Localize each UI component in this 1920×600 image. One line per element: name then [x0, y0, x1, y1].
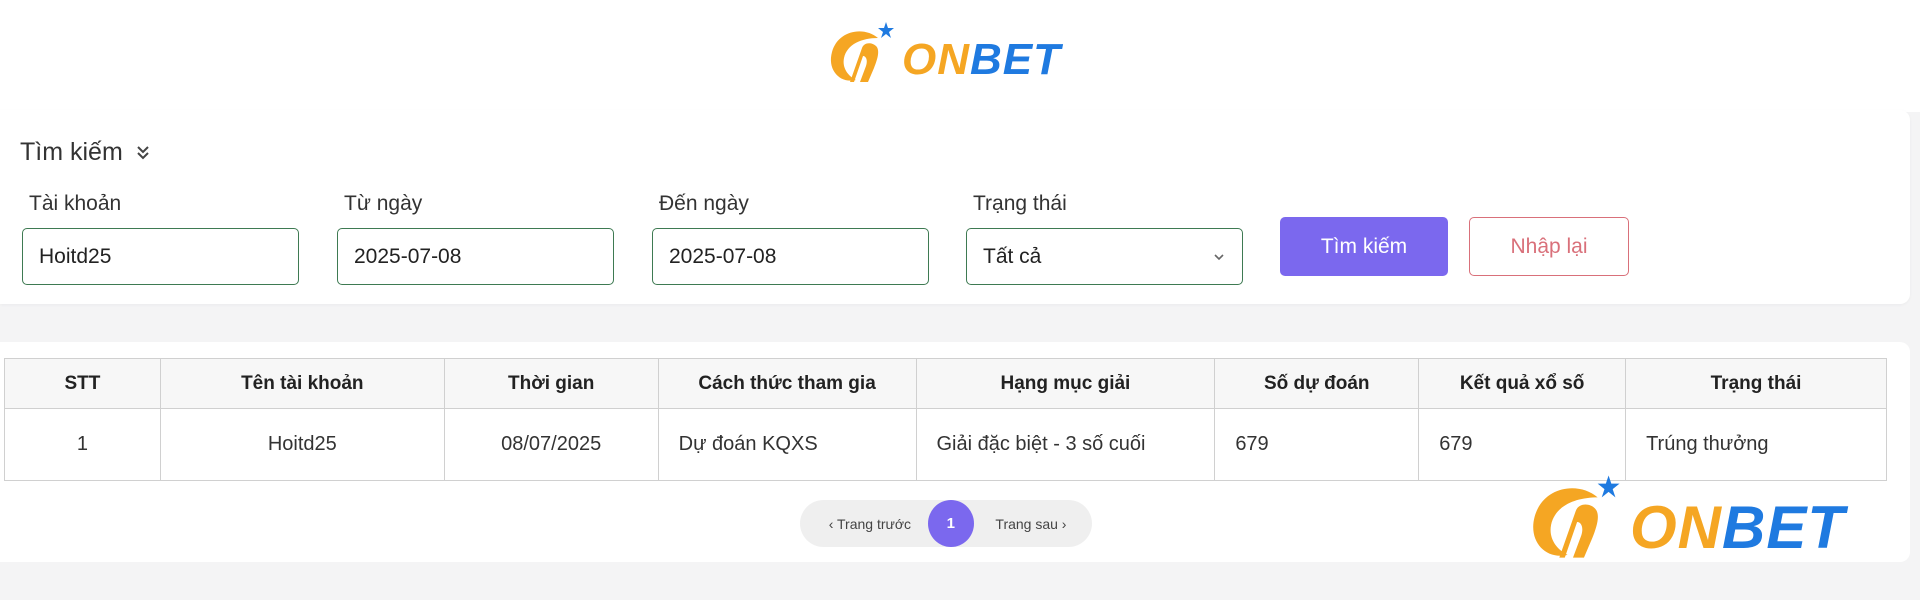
next-page-button[interactable]: Trang sau ›	[982, 516, 1080, 532]
from-date-field-group: Từ ngày 2025-07-08	[337, 192, 614, 285]
search-title: Tìm kiếm	[20, 138, 123, 166]
reset-button[interactable]: Nhập lại	[1469, 217, 1629, 276]
prev-page-button[interactable]: ‹ Trang trước	[812, 516, 928, 532]
column-header: Cách thức tham gia	[657, 358, 917, 409]
account-field-group: Tài khoản Hoitd25	[22, 192, 299, 285]
column-header: Tên tài khoản	[159, 358, 445, 409]
account-input-value: Hoitd25	[39, 244, 112, 268]
chevron-down-icon	[1214, 253, 1224, 260]
onbet-wordmark: ONBET	[1630, 494, 1845, 561]
cell-prediction: 679	[1214, 408, 1420, 481]
to-date-label: Đến ngày	[659, 192, 749, 215]
onbet-logo[interactable]: ONBET	[820, 18, 1061, 94]
column-header: Hạng mục giải	[915, 358, 1216, 409]
column-header: Kết quả xổ số	[1418, 358, 1627, 409]
onbet-swirl-icon	[830, 22, 894, 82]
column-header: Trạng thái	[1625, 358, 1887, 409]
page-1-button[interactable]: 1	[927, 500, 974, 547]
table-header-row: STT Tên tài khoản Thời gian Cách thức th…	[4, 358, 1887, 409]
to-date-value: 2025-07-08	[669, 244, 777, 268]
cell-time: 08/07/2025	[443, 408, 659, 481]
results-table: STT Tên tài khoản Thời gian Cách thức th…	[4, 358, 1887, 481]
onbet-wordmark: ONBET	[902, 35, 1061, 84]
status-field-group: Trạng thái Tất cả	[966, 192, 1243, 285]
search-toggle[interactable]: Tìm kiếm	[20, 138, 151, 167]
onbet-swirl-icon	[1533, 475, 1620, 558]
cell-prize-category: Giải đặc biệt - 3 số cuối	[915, 408, 1216, 481]
cell-index: 1	[4, 408, 161, 481]
status-label: Trạng thái	[973, 192, 1067, 215]
cell-method: Dự đoán KQXS	[657, 408, 917, 481]
onbet-watermark-logo: ONBET	[1518, 470, 1845, 574]
column-header: Số dự đoán	[1214, 358, 1420, 409]
account-label: Tài khoản	[29, 192, 122, 215]
search-panel: Tìm kiếm Tài khoản Hoitd25 Từ ngày 2025-…	[0, 110, 1910, 304]
column-header: STT	[4, 358, 161, 409]
from-date-value: 2025-07-08	[354, 244, 462, 268]
status-select[interactable]: Tất cả	[966, 228, 1243, 285]
to-date-input[interactable]: 2025-07-08	[652, 228, 929, 285]
search-button[interactable]: Tìm kiếm	[1280, 217, 1448, 276]
double-chevron-down-icon	[137, 145, 149, 159]
status-select-value: Tất cả	[983, 244, 1042, 268]
column-header: Thời gian	[443, 358, 659, 409]
from-date-input[interactable]: 2025-07-08	[337, 228, 614, 285]
from-date-label: Từ ngày	[344, 192, 423, 215]
account-input[interactable]: Hoitd25	[22, 228, 299, 285]
pagination: ‹ Trang trước 1 Trang sau ›	[800, 500, 1092, 547]
cell-account: Hoitd25	[159, 408, 445, 481]
to-date-field-group: Đến ngày 2025-07-08	[652, 192, 929, 285]
